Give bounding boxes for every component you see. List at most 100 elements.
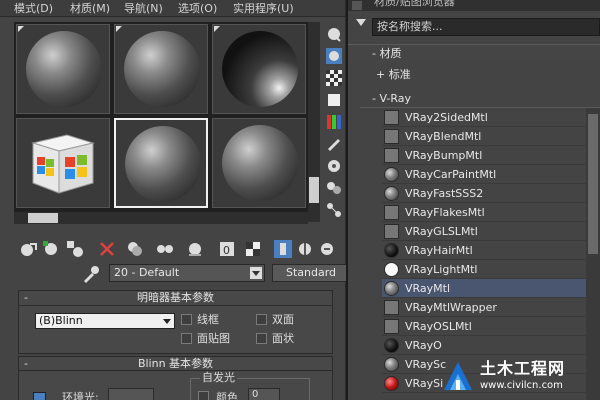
make-copy-icon[interactable] <box>126 240 144 258</box>
watermark-url: www.civilcn.com <box>480 380 563 391</box>
browser-scrollbar[interactable] <box>586 108 600 400</box>
list-item[interactable]: VRayO <box>382 336 600 355</box>
material-name-row: 20 - Default Standard <box>14 264 350 284</box>
self-illum-spinner[interactable]: 0 <box>248 388 280 400</box>
list-item[interactable]: VRay2SidedMtl <box>382 108 600 127</box>
group-material[interactable]: - 材质 <box>348 44 600 62</box>
material-slot[interactable] <box>212 24 306 114</box>
face-map-label: 面贴图 <box>197 332 230 345</box>
search-input[interactable]: 按名称搜索... <box>372 18 600 36</box>
menu-utilities[interactable]: 实用程序(U) <box>233 1 294 16</box>
list-item-label: VRayOSLMtl <box>405 320 472 333</box>
material-map-browser: 材质/贴图浏览器 按名称搜索... - 材质 + 标准 - V-Ray VRay… <box>346 0 600 400</box>
material-name-dropdown[interactable]: 20 - Default <box>109 264 265 282</box>
material-slot[interactable] <box>212 118 306 208</box>
list-item[interactable]: VRayHairMtl <box>382 241 600 260</box>
list-item[interactable]: VRayLightMtl <box>382 260 600 279</box>
eyedropper-icon[interactable] <box>82 265 100 283</box>
list-item-label: VRayMtl <box>405 282 451 295</box>
material-swatch-icon <box>384 110 399 125</box>
browser-title: 材质/贴图浏览器 <box>374 0 455 8</box>
list-item[interactable]: VRayOSLMtl <box>382 317 600 336</box>
options-dropdown-icon[interactable] <box>356 19 366 26</box>
menu-material[interactable]: 材质(M) <box>70 1 110 16</box>
two-sided-checkbox[interactable] <box>256 314 267 325</box>
blinn-basic-params-header[interactable]: Blinn 基本参数 - <box>18 356 333 371</box>
scroll-thumb[interactable] <box>309 177 319 203</box>
civilcn-logo-icon <box>444 362 472 390</box>
go-to-parent-icon[interactable] <box>296 240 314 258</box>
list-item[interactable]: VRayGLSLMtl <box>382 222 600 241</box>
list-item-selected[interactable]: VRayMtl <box>382 279 600 298</box>
list-item[interactable]: VRayCarPaintMtl <box>382 165 600 184</box>
scroll-thumb[interactable] <box>28 213 58 223</box>
material-slot-active[interactable] <box>114 118 208 208</box>
list-item[interactable]: VRayFastSSS2 <box>382 184 600 203</box>
material-swatch-icon <box>384 186 399 201</box>
list-item[interactable]: VRayFlakesMtl <box>382 203 600 222</box>
select-by-material-icon[interactable] <box>326 180 342 196</box>
group-vray[interactable]: - V-Ray <box>360 90 600 108</box>
backlight-icon[interactable] <box>326 48 342 64</box>
video-color-check-icon[interactable] <box>326 114 342 130</box>
reset-delete-icon[interactable] <box>98 240 116 258</box>
material-swatch-icon <box>384 338 399 353</box>
slot-corner-marker <box>116 26 122 32</box>
material-swatch-icon <box>384 262 399 277</box>
material-type-button[interactable]: Standard <box>272 264 350 282</box>
slot-corner-marker <box>18 26 24 32</box>
material-slot[interactable] <box>16 118 110 208</box>
material-navigator-icon[interactable] <box>326 202 342 218</box>
assign-material-icon[interactable] <box>66 240 84 258</box>
collapse-icon[interactable]: - <box>24 291 28 305</box>
scroll-thumb[interactable] <box>588 114 598 254</box>
menu-mode[interactable]: 模式(D) <box>14 1 53 16</box>
ambient-color-swatch[interactable] <box>108 388 154 400</box>
sample-uv-tiling-icon[interactable] <box>326 92 342 108</box>
material-slot[interactable] <box>114 24 208 114</box>
watermark-title: 土木工程网 <box>480 359 566 378</box>
windows-cube-icon <box>31 134 95 194</box>
slots-vertical-scrollbar[interactable] <box>308 22 320 222</box>
shader-type-value: (B)Blinn <box>39 314 83 327</box>
background-checker-icon[interactable] <box>326 70 342 86</box>
shader-type-select[interactable]: (B)Blinn <box>35 313 175 329</box>
put-to-library-icon[interactable] <box>186 240 204 258</box>
list-item[interactable]: VRayBumpMtl <box>382 146 600 165</box>
menu-navigation[interactable]: 导航(N) <box>124 1 163 16</box>
faceted-label: 面状 <box>272 332 294 345</box>
window-icon[interactable] <box>352 1 362 10</box>
put-material-to-scene-icon[interactable] <box>42 240 60 258</box>
chevron-down-icon[interactable] <box>250 267 262 279</box>
material-swatch-icon <box>384 129 399 144</box>
rollout-header[interactable]: 明暗器基本参数 - <box>19 291 332 306</box>
get-material-icon[interactable] <box>20 240 38 258</box>
make-unique-icon[interactable] <box>156 240 174 258</box>
wire-checkbox[interactable] <box>181 314 192 325</box>
sphere-preview <box>222 125 298 201</box>
faceted-checkbox[interactable] <box>256 333 267 344</box>
lock-icon[interactable] <box>33 392 46 400</box>
show-map-in-viewport-icon[interactable] <box>244 240 262 258</box>
material-swatch-icon <box>384 319 399 334</box>
group-standard[interactable]: + 标准 <box>348 66 600 84</box>
rollout-title: Blinn 基本参数 <box>137 357 214 370</box>
list-item[interactable]: VRayMtlWrapper <box>382 298 600 317</box>
collapse-icon[interactable]: - <box>24 357 28 371</box>
go-forward-to-sibling-icon[interactable] <box>318 240 336 258</box>
material-swatch-icon <box>384 300 399 315</box>
menu-options[interactable]: 选项(O) <box>178 1 217 16</box>
make-preview-icon[interactable] <box>326 136 342 152</box>
material-swatch-icon <box>384 357 399 372</box>
sample-type-icon[interactable] <box>326 26 342 42</box>
self-illum-color-label: 颜色 <box>216 391 238 400</box>
show-end-result-icon[interactable] <box>274 240 292 258</box>
self-illum-color-checkbox[interactable] <box>198 391 209 400</box>
slots-horizontal-scrollbar[interactable] <box>14 212 308 224</box>
material-id-channel-icon[interactable]: 0 <box>218 240 236 258</box>
options-icon[interactable] <box>326 158 342 174</box>
sphere-preview <box>26 31 102 107</box>
face-map-checkbox[interactable] <box>181 333 192 344</box>
list-item[interactable]: VRayBlendMtl <box>382 127 600 146</box>
material-slot[interactable] <box>16 24 110 114</box>
